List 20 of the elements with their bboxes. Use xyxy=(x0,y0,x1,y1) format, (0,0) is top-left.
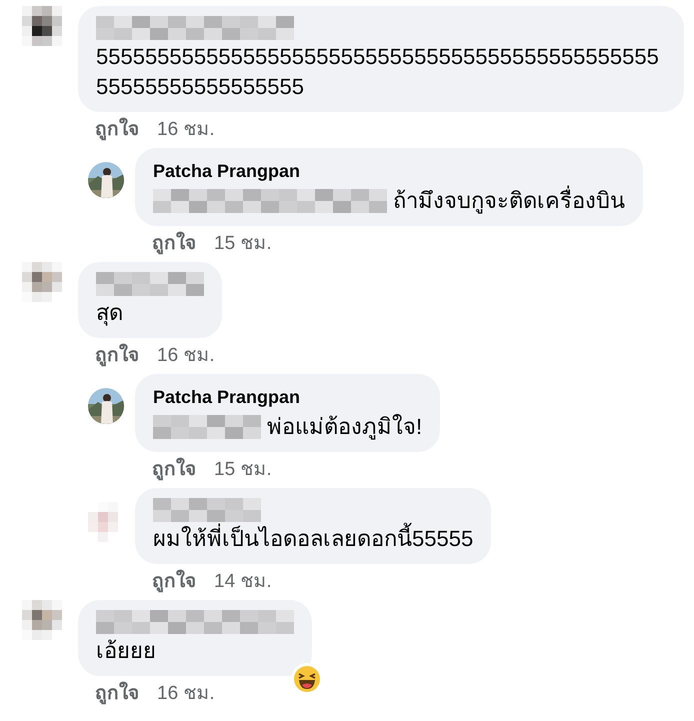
comment-text: สุด xyxy=(96,299,123,328)
timestamp[interactable]: 14 ชม. xyxy=(214,568,272,596)
like-link[interactable]: ถูกใจ xyxy=(152,456,196,484)
timestamp[interactable]: 15 ชม. xyxy=(214,456,272,484)
like-link[interactable]: ถูกใจ xyxy=(95,116,139,144)
comment-text: เอ้ยยย xyxy=(96,637,156,665)
comment-text: 555555555555555555555555555555555555555555555555555555555555555 xyxy=(96,43,660,101)
like-link[interactable]: ถูกใจ xyxy=(152,230,196,258)
timestamp[interactable]: 16 ชม. xyxy=(157,116,215,144)
author-name[interactable]: Patcha Prangpan xyxy=(153,158,300,184)
like-link[interactable]: ถูกใจ xyxy=(95,342,139,370)
timestamp[interactable]: 16 ชม. xyxy=(157,680,215,708)
comment-text: ผมให้พี่เป็นไอดอลเลยดอกนี้55555 xyxy=(153,524,474,554)
timestamp[interactable]: 16 ชม. xyxy=(157,342,215,370)
timestamp[interactable]: 15 ชม. xyxy=(214,230,272,258)
like-link[interactable]: ถูกใจ xyxy=(95,680,139,708)
comment-text: พ่อแม่ต้องภูมิใจ! xyxy=(267,413,422,442)
author-name[interactable]: Patcha Prangpan xyxy=(153,384,300,410)
like-link[interactable]: ถูกใจ xyxy=(152,568,196,596)
comment-text: ถ้ามึงจบกูจะติดเครื่องบิน xyxy=(393,186,625,216)
